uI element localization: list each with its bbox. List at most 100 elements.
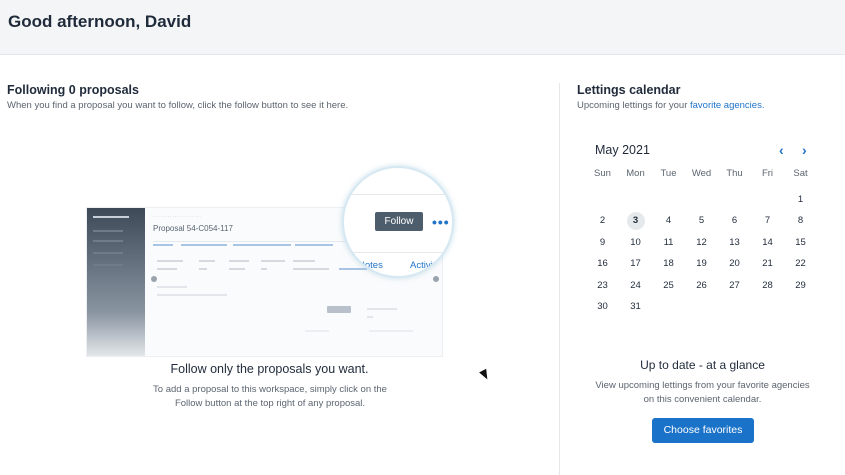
glance-heading: Up to date - at a glance (640, 358, 765, 372)
calendar-day[interactable]: 18 (652, 253, 685, 275)
calendar-day[interactable]: 13 (718, 232, 751, 254)
calendar-day-number: 5 (698, 215, 705, 226)
calendar-day-number: 16 (597, 258, 608, 269)
following-title: Following 0 proposals (7, 83, 139, 97)
calendar-day[interactable]: 14 (751, 232, 784, 254)
follow-illustration: · · · · · · · · · · · · · · · · · · · · … (86, 155, 456, 360)
notes-tab-illustration: Notes (358, 260, 383, 271)
calendar-day-number: 26 (696, 279, 707, 291)
calendar-empty-cell (784, 296, 817, 318)
calendar-day[interactable]: 20 (718, 253, 751, 275)
calendar-month-label: May 2021 (595, 143, 650, 157)
calendar-day-number: 28 (762, 279, 773, 291)
weekday-header: Thu (726, 168, 743, 179)
calendar-day-number: 24 (630, 279, 641, 291)
more-options-icon: ••• (432, 214, 450, 230)
calendar-day[interactable]: 6 (718, 210, 751, 232)
calendar-day[interactable]: 9 (586, 232, 619, 254)
magnifier-lens: Follow ••• Notes Activiti (342, 166, 454, 278)
mockup-sidebar (87, 208, 145, 356)
calendar-title: Lettings calendar (577, 83, 681, 97)
weekday-header: Tue (660, 168, 677, 179)
follow-button-illustration: Follow (375, 212, 423, 231)
activity-tab-illustration: Activiti (410, 260, 438, 271)
calendar-day[interactable]: 3 (619, 210, 652, 232)
calendar-day[interactable]: 2 (586, 210, 619, 232)
calendar-day[interactable]: 15 (784, 232, 817, 254)
calendar-day-number: 29 (795, 279, 806, 291)
calendar-day[interactable]: 22 (784, 253, 817, 275)
calendar-day-number: 15 (795, 236, 806, 248)
calendar-day[interactable]: 26 (685, 275, 718, 297)
calendar-day-number: 8 (797, 215, 804, 226)
empty-state-heading: Follow only the proposals you want. (170, 362, 369, 376)
calendar-day[interactable]: 5 (685, 210, 718, 232)
calendar-day[interactable]: 16 (586, 253, 619, 275)
calendar-day-number: 14 (762, 236, 773, 248)
calendar-day[interactable]: 11 (652, 232, 685, 254)
calendar-day[interactable]: 25 (652, 275, 685, 297)
calendar-day[interactable]: 19 (685, 253, 718, 275)
favorite-agencies-link[interactable]: favorite agencies. (690, 100, 764, 111)
chevron-right-icon[interactable]: › (802, 142, 807, 158)
weekday-header: Sun (594, 168, 611, 179)
calendar-day[interactable]: 12 (685, 232, 718, 254)
calendar-day[interactable]: 29 (784, 275, 817, 297)
weekday-header: Sat (793, 168, 808, 179)
page-header: Good afternoon, David (0, 0, 845, 55)
calendar-day-number: 23 (597, 279, 608, 291)
calendar-day-number: 27 (729, 279, 740, 291)
calendar-day[interactable]: 1 (784, 189, 817, 211)
calendar-day[interactable]: 30 (586, 296, 619, 318)
calendar-day-number: 4 (665, 215, 672, 226)
calendar-day[interactable]: 28 (751, 275, 784, 297)
weekday-header: Fri (761, 168, 774, 179)
glance-body: View upcoming lettings from your favorit… (595, 380, 810, 405)
choose-favorites-button[interactable]: Choose favorites (652, 418, 754, 443)
calendar-day[interactable]: 4 (652, 210, 685, 232)
lettings-calendar-panel: Lettings calendar Upcoming lettings for … (560, 55, 845, 475)
calendar-day-number: 2 (599, 215, 606, 226)
calendar-empty-cell (685, 189, 718, 211)
calendar-empty-cell (718, 189, 751, 211)
calendar-day[interactable]: 8 (784, 210, 817, 232)
calendar-grid: Sun Mon Tue Wed Thu Fri Sat 1 2 3 4 5 6 7 8 9 10 11 12 13 14… (586, 167, 842, 318)
mockup-breadcrumb: · · · · · · · · · · · · · · · · · · · · (153, 214, 201, 219)
calendar-day[interactable]: 31 (619, 296, 652, 318)
calendar-day-number: 11 (663, 236, 674, 248)
calendar-empty-cell (718, 296, 751, 318)
calendar-empty-cell (751, 296, 784, 318)
calendar-day-number: 19 (696, 258, 707, 269)
calendar-day-number: 21 (762, 258, 773, 269)
calendar-day-number: 9 (599, 236, 606, 248)
calendar-day-number: 12 (696, 236, 707, 248)
calendar-day[interactable]: 23 (586, 275, 619, 297)
calendar-day-number: 17 (630, 258, 641, 269)
mockup-button (327, 306, 351, 313)
calendar-day[interactable]: 27 (718, 275, 751, 297)
calendar-day-number: 20 (729, 258, 740, 269)
calendar-empty-cell (652, 189, 685, 211)
calendar-day[interactable]: 10 (619, 232, 652, 254)
calendar-day-number: 3 (626, 212, 645, 230)
chevron-left-icon[interactable]: ‹ (779, 142, 784, 158)
calendar-empty-cell (586, 189, 619, 211)
following-subtitle: When you find a proposal you want to fol… (7, 100, 349, 111)
calendar-subtitle: Upcoming lettings for your favorite agen… (577, 100, 764, 111)
calendar-day-number: 13 (729, 236, 740, 248)
calendar-day[interactable]: 24 (619, 275, 652, 297)
empty-state-body: To add a proposal to this workspace, sim… (153, 384, 387, 409)
calendar-empty-cell (685, 296, 718, 318)
calendar-day[interactable]: 17 (619, 253, 652, 275)
calendar-day[interactable]: 7 (751, 210, 784, 232)
calendar-day-number: 18 (663, 258, 674, 269)
calendar-day[interactable]: 21 (751, 253, 784, 275)
calendar-day-number: 7 (764, 215, 771, 226)
calendar-empty-cell (652, 296, 685, 318)
calendar-day-number: 25 (663, 279, 674, 291)
calendar-empty-cell (619, 189, 652, 211)
calendar-day-number: 1 (797, 193, 804, 205)
calendar-day-number: 31 (630, 301, 641, 312)
calendar-day-number: 22 (795, 258, 806, 269)
calendar-day-number: 6 (731, 215, 738, 226)
